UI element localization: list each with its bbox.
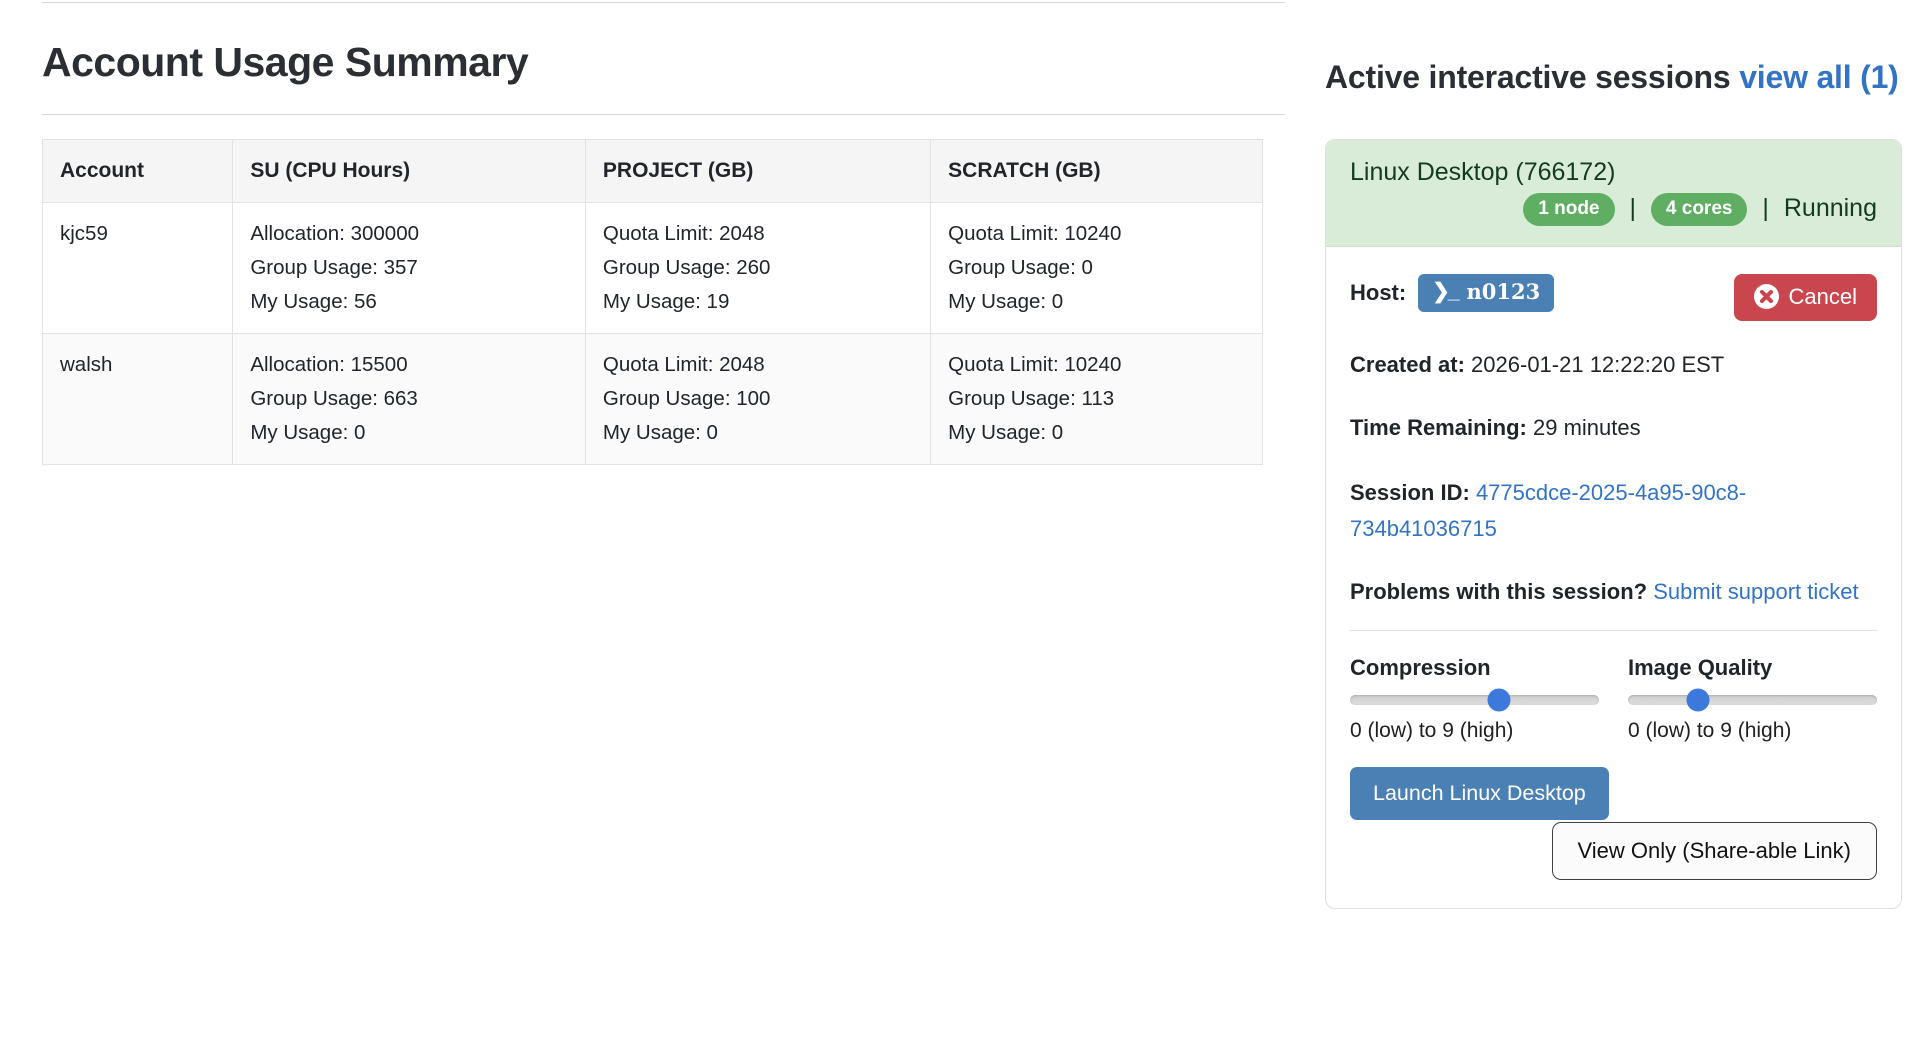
cancel-label: Cancel [1789,284,1857,310]
compression-slider-thumb[interactable] [1488,688,1511,711]
col-header-su: SU (CPU Hours) [233,140,586,203]
image-quality-label: Image Quality [1628,655,1877,681]
col-header-project: PROJECT (GB) [585,140,930,203]
time-remaining-value: 29 minutes [1533,415,1641,440]
session-badges: 1 node | 4 cores | Running [1350,193,1877,226]
status-badge: Running [1784,194,1877,222]
account-usage-section: Account Usage Summary Account SU (CPU Ho… [42,2,1285,465]
image-quality-slider[interactable] [1628,695,1877,705]
session-id-line: Session ID: 4775cdce-2025-4a95-90c8-734b… [1350,475,1877,547]
compression-slider[interactable] [1350,695,1599,705]
image-quality-slider-thumb[interactable] [1686,688,1709,711]
table-row: walsh Allocation: 15500 Group Usage: 663… [43,334,1263,465]
session-title: Linux Desktop (766172) [1350,158,1877,187]
support-ticket-link[interactable]: Submit support ticket [1653,579,1858,604]
host-name: n0123 [1467,279,1541,304]
host-label: Host: [1350,280,1406,306]
scratch-cell: Quota Limit: 10240 Group Usage: 0 My Usa… [931,203,1263,334]
compression-caption: 0 (low) to 9 (high) [1350,719,1599,743]
title-divider [42,114,1285,115]
session-id-label: Session ID: [1350,480,1470,505]
node-count-badge: 1 node [1523,193,1614,226]
time-remaining-label: Time Remaining: [1350,415,1527,440]
session-card-body: Host: ❯_ n0123 Cancel [1326,247,1901,908]
host-info: Host: ❯_ n0123 [1350,274,1554,312]
table-header-row: Account SU (CPU Hours) PROJECT (GB) SCRA… [43,140,1263,203]
cancel-icon [1754,284,1779,309]
view-only-wrap: View Only (Share-able Link) [1350,822,1877,880]
su-cell: Allocation: 300000 Group Usage: 357 My U… [233,203,586,334]
col-header-scratch: SCRATCH (GB) [931,140,1263,203]
compression-control: Compression 0 (low) to 9 (high) [1350,655,1599,743]
col-header-account: Account [43,140,233,203]
terminal-icon: ❯_ [1432,279,1457,304]
sliders-row: Compression 0 (low) to 9 (high) Image Qu… [1350,655,1877,743]
time-remaining-line: Time Remaining: 29 minutes [1350,410,1877,446]
view-all-link[interactable]: view all (1) [1739,59,1898,95]
usage-table: Account SU (CPU Hours) PROJECT (GB) SCRA… [42,139,1263,465]
host-row: Host: ❯_ n0123 Cancel [1350,274,1877,321]
host-badge[interactable]: ❯_ n0123 [1418,274,1554,312]
view-only-button[interactable]: View Only (Share-able Link) [1552,822,1878,880]
launch-button[interactable]: Launch Linux Desktop [1350,767,1609,820]
page-title: Account Usage Summary [42,39,1285,86]
project-cell: Quota Limit: 2048 Group Usage: 100 My Us… [585,334,930,465]
scratch-cell: Quota Limit: 10240 Group Usage: 113 My U… [931,334,1263,465]
image-quality-caption: 0 (low) to 9 (high) [1628,719,1877,743]
table-row: kjc59 Allocation: 300000 Group Usage: 35… [43,203,1263,334]
account-cell: walsh [43,334,233,465]
cancel-button[interactable]: Cancel [1734,274,1877,321]
project-cell: Quota Limit: 2048 Group Usage: 260 My Us… [585,203,930,334]
session-card: Linux Desktop (766172) 1 node | 4 cores … [1325,139,1902,909]
created-at-line: Created at: 2026-01-21 12:22:20 EST [1350,347,1877,383]
image-quality-control: Image Quality 0 (low) to 9 (high) [1628,655,1877,743]
active-sessions-section: Active interactive sessions view all (1)… [1325,0,1902,909]
session-card-header: Linux Desktop (766172) 1 node | 4 cores … [1326,140,1901,247]
account-cell: kjc59 [43,203,233,334]
sessions-heading-text: Active interactive sessions [1325,59,1730,95]
top-divider [42,2,1285,3]
compression-label: Compression [1350,655,1599,681]
support-line: Problems with this session? Submit suppo… [1350,574,1877,610]
badge-separator: | [1762,194,1769,222]
problems-label: Problems with this session? [1350,579,1647,604]
sessions-heading: Active interactive sessions view all (1) [1325,57,1902,99]
core-count-badge: 4 cores [1651,193,1748,226]
dashboard-page: Account Usage Summary Account SU (CPU Ho… [0,0,1926,1054]
created-at-value: 2026-01-21 12:22:20 EST [1471,352,1724,377]
badge-separator: | [1629,194,1636,222]
su-cell: Allocation: 15500 Group Usage: 663 My Us… [233,334,586,465]
created-at-label: Created at: [1350,352,1465,377]
card-divider [1350,630,1877,631]
